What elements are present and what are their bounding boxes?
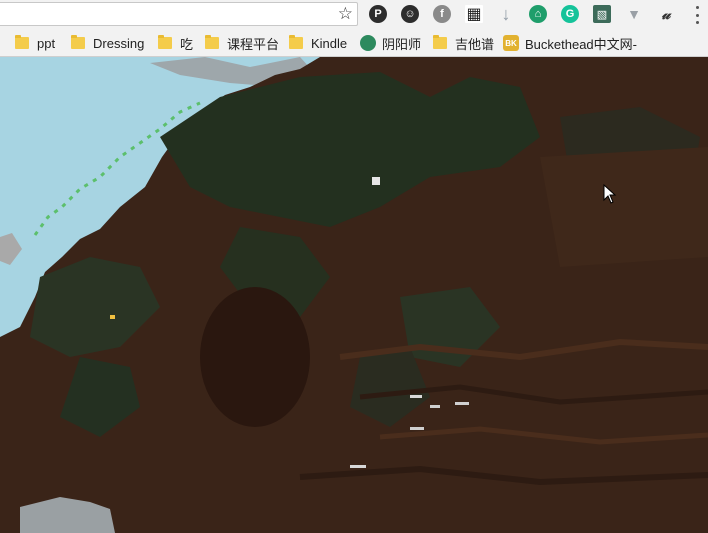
bookmark-folder-chi[interactable]: 吃 (158, 34, 193, 52)
folder-icon (433, 35, 447, 49)
page-photo-cliff (0, 57, 708, 533)
download-arrow-icon[interactable]: ↓ (497, 4, 515, 24)
address-bar[interactable]: ☆ (0, 2, 358, 26)
bookmark-label: 吃 (180, 36, 194, 52)
bookmark-folder-courses[interactable]: 课程平台 (205, 34, 279, 52)
buckethead-site-icon: BK (503, 35, 519, 51)
bookmark-buckethead[interactable]: BK Buckethead中文网- (503, 34, 637, 52)
folder-icon (205, 35, 219, 49)
bookmark-label: Dressing (93, 35, 145, 51)
vee-icon[interactable]: ▼ (625, 5, 643, 23)
bookmark-label: Kindle (311, 35, 348, 51)
onmyoji-site-icon (360, 35, 376, 51)
bookmark-onmyoji[interactable]: 阴阳师 (360, 34, 421, 52)
browser-toolbar: ☆ P ☺ f ▦ ↓ ⌂ G ▧ ▼ 𝓊 (0, 0, 708, 30)
bookmark-label: 吉他谱 (455, 36, 495, 52)
cliff-photo-graphic (0, 57, 708, 533)
bookmark-label: Buckethead中文网- (525, 36, 637, 52)
museum-icon[interactable]: ⌂ (529, 5, 547, 23)
folder-icon (71, 35, 85, 49)
bookmark-label: 课程平台 (227, 36, 280, 52)
bookmark-folder-ppt[interactable]: ppt (15, 34, 55, 52)
image-capture-icon[interactable]: ▧ (593, 5, 611, 23)
signature-icon[interactable]: 𝓊 (657, 5, 675, 23)
bookmark-label: 阴阳师 (382, 36, 422, 52)
folder-icon (15, 35, 29, 49)
bookmark-folder-dressing[interactable]: Dressing (71, 34, 144, 52)
pirate-mask-icon[interactable]: ☺ (401, 5, 419, 23)
bookmark-star-icon[interactable]: ☆ (338, 4, 353, 24)
grammarly-icon[interactable]: G (561, 5, 579, 23)
bookmark-folder-kindle[interactable]: Kindle (289, 34, 347, 52)
chrome-menu-icon[interactable] (694, 6, 700, 24)
mouse-pointer-icon (603, 184, 617, 204)
bookmark-label: ppt (37, 35, 56, 51)
qr-code-icon[interactable]: ▦ (465, 5, 483, 23)
folder-icon (289, 35, 303, 49)
pinterest-icon[interactable]: P (369, 5, 387, 23)
bookmarks-bar: ppt Dressing 吃 课程平台 Kindle 阴阳师 吉他谱 BK Bu… (0, 30, 708, 79)
folder-icon (158, 35, 172, 49)
feedly-icon[interactable]: f (433, 5, 451, 23)
bookmark-folder-guitar-tabs[interactable]: 吉他谱 (433, 34, 494, 52)
